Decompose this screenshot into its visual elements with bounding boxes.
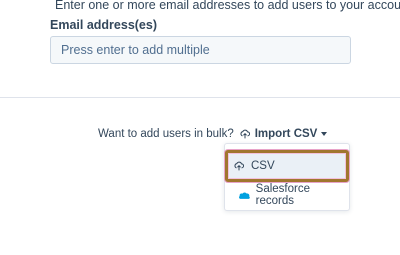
salesforce-cloud-icon — [239, 191, 250, 199]
email-field-label: Email address(es) — [50, 18, 157, 32]
upload-icon — [234, 161, 244, 171]
section-divider — [0, 97, 400, 98]
dropdown-item-label: CSV — [251, 160, 275, 172]
email-input[interactable] — [50, 36, 351, 64]
import-csv-button[interactable]: Import CSV — [240, 128, 328, 140]
caret-down-icon — [321, 132, 328, 136]
dropdown-item-csv[interactable]: CSV — [225, 150, 349, 182]
intro-text: Enter one or more email addresses to add… — [55, 0, 400, 12]
dropdown-item-label: Salesforce records — [255, 183, 310, 207]
dropdown-item-salesforce[interactable]: Salesforce records — [225, 183, 349, 207]
import-csv-label: Import CSV — [254, 128, 318, 140]
bulk-import-row: Want to add users in bulk? Import CSV — [98, 128, 328, 140]
bulk-prompt: Want to add users in bulk? — [98, 128, 234, 140]
upload-icon — [240, 129, 250, 139]
